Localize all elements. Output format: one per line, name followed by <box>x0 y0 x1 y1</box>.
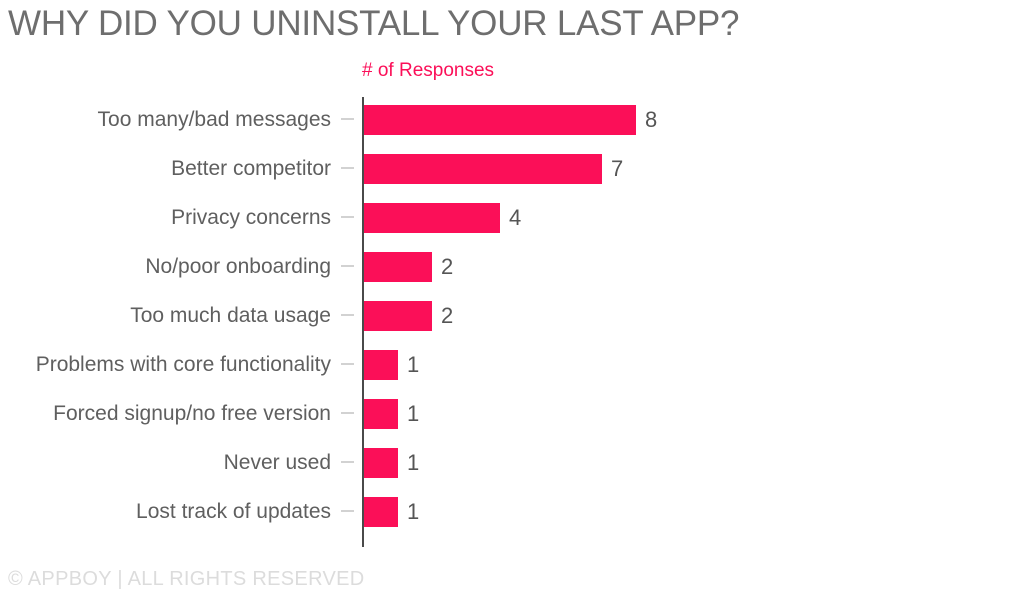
category-label: Never used <box>223 450 331 474</box>
bar-row: Too many/bad messages 8 <box>0 95 1024 144</box>
bar-row: Forced signup/no free version 1 <box>0 389 1024 438</box>
bar-row: Better competitor 7 <box>0 144 1024 193</box>
bar-value-label: 2 <box>441 302 454 328</box>
bar-row: Lost track of updates 1 <box>0 487 1024 536</box>
axis-tick-mark <box>341 510 354 512</box>
bar-value-label: 1 <box>407 400 420 426</box>
bar-chart-plot: Too many/bad messages 8 Better competitor 7… <box>0 95 1024 550</box>
axis-tick-mark <box>341 314 354 316</box>
axis-tick-mark <box>341 363 354 365</box>
bar-value-label: 1 <box>407 449 420 475</box>
bar-row: Never used 1 <box>0 438 1024 487</box>
axis-tick-mark <box>341 265 354 267</box>
axis-tick-mark <box>341 412 354 414</box>
category-label: Too many/bad messages <box>97 107 331 131</box>
bar <box>364 105 636 135</box>
bar <box>364 350 398 380</box>
category-label: No/poor onboarding <box>145 254 331 278</box>
bar-value-label: 2 <box>441 253 454 279</box>
bar-row: No/poor onboarding 2 <box>0 242 1024 291</box>
bar-row: Too much data usage 2 <box>0 291 1024 340</box>
bar-value-label: 8 <box>645 106 658 132</box>
category-label: Privacy concerns <box>171 205 331 229</box>
category-label: Problems with core functionality <box>35 352 331 376</box>
category-label: Better competitor <box>171 156 331 180</box>
bar <box>364 203 500 233</box>
bar-row: Privacy concerns 4 <box>0 193 1024 242</box>
category-label: Lost track of updates <box>136 499 331 523</box>
axis-title: # of Responses <box>362 60 495 81</box>
bar <box>364 252 432 282</box>
page-title: WHY DID YOU UNINSTALL YOUR LAST APP? <box>8 4 740 43</box>
bar-value-label: 4 <box>509 204 522 230</box>
category-label: Too much data usage <box>130 303 331 327</box>
axis-tick-mark <box>341 118 354 120</box>
axis-tick-mark <box>341 216 354 218</box>
bar-value-label: 1 <box>407 498 420 524</box>
bar <box>364 497 398 527</box>
bar-row: Problems with core functionality 1 <box>0 340 1024 389</box>
axis-tick-mark <box>341 167 354 169</box>
bar <box>364 399 398 429</box>
bar <box>364 301 432 331</box>
bar <box>364 448 398 478</box>
category-label: Forced signup/no free version <box>53 401 331 425</box>
bar-value-label: 1 <box>407 351 420 377</box>
bar <box>364 154 602 184</box>
axis-tick-mark <box>341 461 354 463</box>
bar-value-label: 7 <box>611 155 624 181</box>
copyright-footer: © APPBOY | ALL RIGHTS RESERVED <box>8 568 365 590</box>
